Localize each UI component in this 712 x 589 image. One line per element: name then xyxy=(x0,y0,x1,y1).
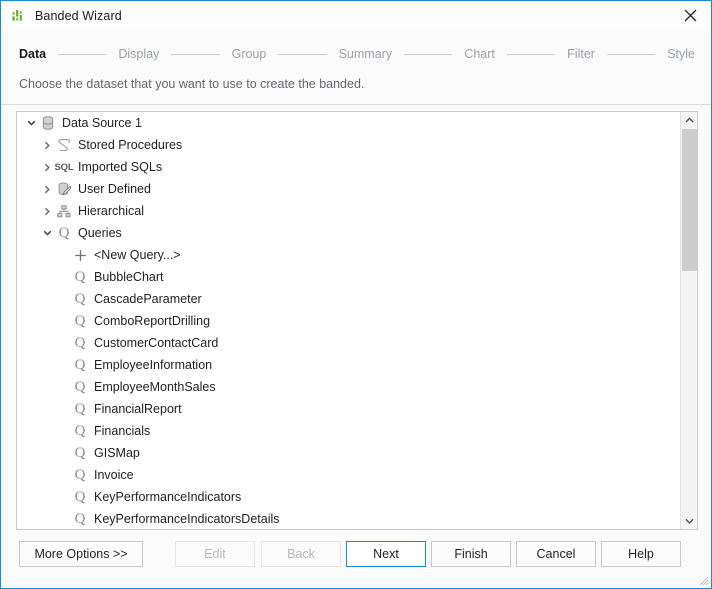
tree-item-label: Imported SQLs xyxy=(78,160,163,174)
tree-item[interactable]: Q EmployeeInformation xyxy=(17,354,679,376)
wizard-steps: Data Display Group Summary Chart Filter … xyxy=(1,41,711,67)
chevron-right-icon[interactable] xyxy=(39,141,55,150)
dialog-footer: More Options >> Edit Back Next Finish Ca… xyxy=(1,532,711,588)
step-connector xyxy=(606,53,656,55)
window-title: Banded Wizard xyxy=(35,9,122,23)
next-button[interactable]: Next xyxy=(346,541,426,567)
tree-item-label: Stored Procedures xyxy=(78,138,183,152)
query-icon: Q xyxy=(74,356,86,373)
close-icon[interactable] xyxy=(669,1,711,30)
tree-item[interactable]: User Defined xyxy=(17,178,679,200)
plus-icon xyxy=(71,249,89,262)
tree-item[interactable]: Stored Procedures xyxy=(17,134,679,156)
more-options-button[interactable]: More Options >> xyxy=(19,541,143,567)
header-divider xyxy=(1,104,711,105)
help-button[interactable]: Help xyxy=(601,541,681,567)
tree-item[interactable]: SQL Imported SQLs xyxy=(17,156,679,178)
tree-item[interactable]: Q Queries xyxy=(17,222,679,244)
step-group[interactable]: Group xyxy=(232,47,267,61)
query-icon: Q xyxy=(74,334,86,351)
tree-item-label: Invoice xyxy=(94,468,134,482)
tree-scrollbar[interactable] xyxy=(680,112,697,529)
bar-chart-icon xyxy=(11,8,27,24)
tree-item-label: FinancialReport xyxy=(94,402,182,416)
chevron-down-icon[interactable] xyxy=(23,119,39,128)
stored-procedure-icon xyxy=(55,138,73,152)
query-icon: Q xyxy=(74,378,86,395)
chevron-down-icon[interactable] xyxy=(39,229,55,238)
query-icon: Q xyxy=(74,290,86,307)
tree-item-label: EmployeeMonthSales xyxy=(94,380,216,394)
query-icon: Q xyxy=(74,422,86,439)
tree-item-label: GISMap xyxy=(94,446,140,460)
step-data[interactable]: Data xyxy=(19,47,46,61)
dataset-tree[interactable]: Data Source 1 Stored Procedures SQL Importe… xyxy=(17,112,679,529)
chevron-up-icon[interactable] xyxy=(681,112,697,128)
step-connector xyxy=(171,53,220,55)
step-chart[interactable]: Chart xyxy=(464,47,495,61)
query-icon: Q xyxy=(74,444,86,461)
chevron-right-icon[interactable] xyxy=(39,207,55,216)
banded-wizard-dialog: Banded Wizard Data Display Group Summary… xyxy=(0,0,712,589)
cancel-button[interactable]: Cancel xyxy=(516,541,596,567)
step-style[interactable]: Style xyxy=(667,47,695,61)
database-icon xyxy=(39,115,57,131)
user-defined-icon xyxy=(55,182,73,197)
chevron-right-icon[interactable] xyxy=(39,163,55,172)
query-icon: Q xyxy=(58,224,70,241)
step-display[interactable]: Display xyxy=(118,47,159,61)
tree-item[interactable]: Q KeyPerformanceIndicatorsDetails xyxy=(17,508,679,529)
chevron-down-icon[interactable] xyxy=(681,513,697,529)
query-icon: Q xyxy=(74,312,86,329)
query-icon: Q xyxy=(74,400,86,417)
tree-item-label: EmployeeInformation xyxy=(94,358,213,372)
title-bar: Banded Wizard xyxy=(1,1,711,31)
back-button: Back xyxy=(261,541,341,567)
step-connector xyxy=(278,53,327,55)
tree-item-label: BubbleChart xyxy=(94,270,164,284)
step-connector xyxy=(58,53,107,55)
tree-item-label: KeyPerformanceIndicators xyxy=(94,490,242,504)
chevron-right-icon[interactable] xyxy=(39,185,55,194)
tree-item[interactable]: Q Financials xyxy=(17,420,679,442)
tree-item-label: <New Query...> xyxy=(94,248,181,262)
query-icon: Q xyxy=(74,510,86,527)
tree-item-label: Data Source 1 xyxy=(62,116,142,130)
step-connector xyxy=(404,53,453,55)
edit-button: Edit xyxy=(175,541,255,567)
tree-item[interactable]: Q Invoice xyxy=(17,464,679,486)
tree-item-label: CascadeParameter xyxy=(94,292,202,306)
step-summary[interactable]: Summary xyxy=(339,47,392,61)
tree-item-label: Queries xyxy=(78,226,122,240)
tree-item[interactable]: Data Source 1 xyxy=(17,112,679,134)
page-subtitle: Choose the dataset that you want to use … xyxy=(19,77,365,91)
resize-grip[interactable] xyxy=(697,574,709,586)
tree-item-label: ComboReportDrilling xyxy=(94,314,211,328)
tree-item[interactable]: Q FinancialReport xyxy=(17,398,679,420)
tree-item-label: Financials xyxy=(94,424,151,438)
tree-item-label: User Defined xyxy=(78,182,151,196)
tree-item-label: Hierarchical xyxy=(78,204,144,218)
step-connector xyxy=(506,53,556,55)
hierarchical-icon xyxy=(55,204,73,218)
tree-item-label: KeyPerformanceIndicatorsDetails xyxy=(94,512,280,526)
query-icon: Q xyxy=(74,488,86,505)
query-icon: Q xyxy=(74,268,86,285)
sql-icon: SQL xyxy=(54,161,74,173)
tree-item[interactable]: Q KeyPerformanceIndicators xyxy=(17,486,679,508)
tree-item[interactable]: Q CustomerContactCard xyxy=(17,332,679,354)
query-icon: Q xyxy=(74,466,86,483)
tree-item[interactable]: Q GISMap xyxy=(17,442,679,464)
dataset-tree-panel: Data Source 1 Stored Procedures SQL Importe… xyxy=(16,111,698,530)
tree-item-label: CustomerContactCard xyxy=(94,336,219,350)
tree-item[interactable]: Q ComboReportDrilling xyxy=(17,310,679,332)
tree-item[interactable]: Q EmployeeMonthSales xyxy=(17,376,679,398)
tree-item[interactable]: <New Query...> xyxy=(17,244,679,266)
finish-button[interactable]: Finish xyxy=(431,541,511,567)
tree-item[interactable]: Q CascadeParameter xyxy=(17,288,679,310)
tree-item[interactable]: Hierarchical xyxy=(17,200,679,222)
scrollbar-thumb[interactable] xyxy=(682,129,697,271)
tree-item[interactable]: Q BubbleChart xyxy=(17,266,679,288)
step-filter[interactable]: Filter xyxy=(567,47,595,61)
